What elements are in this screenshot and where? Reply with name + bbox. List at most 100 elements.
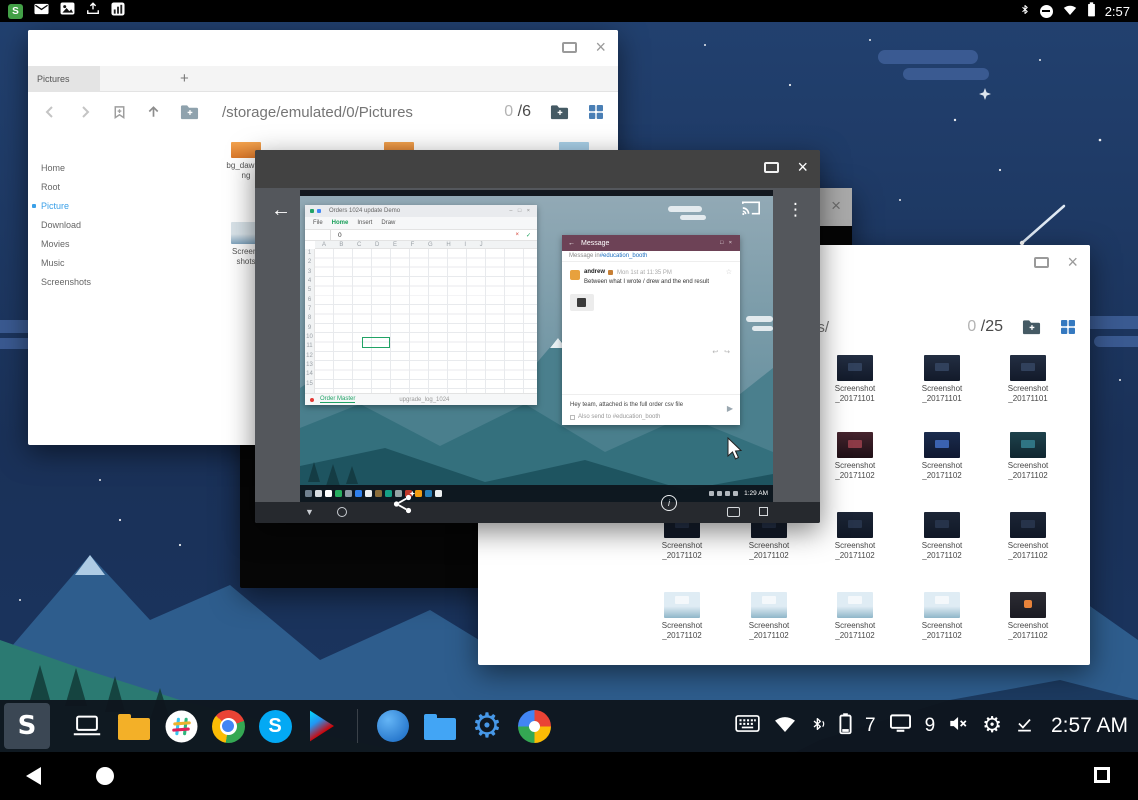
mini-window-controls: □ × <box>720 240 734 246</box>
launcher-button[interactable]: S <box>4 703 50 749</box>
viewed-screenshot[interactable]: Orders 1024 update Demo – □ × FileHomeIn… <box>300 190 773 502</box>
cast-icon[interactable] <box>741 199 761 222</box>
file-item[interactable]: Screenshot_20171102 <box>985 592 1071 640</box>
window-titlebar[interactable]: × <box>255 150 820 188</box>
file-thumbnail <box>1010 512 1046 538</box>
taskbar-clock[interactable]: 2:57 AM <box>1051 714 1128 738</box>
share-icon[interactable] <box>391 490 415 521</box>
bluetooth-icon[interactable] <box>810 713 826 740</box>
grid-view-icon[interactable] <box>1060 319 1076 335</box>
back-icon[interactable] <box>42 104 58 120</box>
minimize-icon[interactable] <box>562 42 577 53</box>
nav-home-button[interactable] <box>96 767 114 785</box>
settings-app-icon[interactable]: ⚙ <box>469 706 505 746</box>
volume-muted-icon[interactable] <box>948 714 969 738</box>
play-store-app-icon[interactable] <box>304 706 340 746</box>
battery-level: 7 <box>865 715 876 737</box>
gallery-notification-icon[interactable] <box>60 2 75 20</box>
file-item[interactable]: Screenshot_20171102 <box>812 512 898 560</box>
chrome-app-icon[interactable] <box>210 706 246 746</box>
mini-tray-icon <box>733 491 738 496</box>
file-item[interactable]: Screenshot_20171102 <box>812 432 898 480</box>
file-item[interactable]: Screenshot_20171102 <box>985 432 1071 480</box>
keyboard-icon[interactable] <box>735 715 760 737</box>
file-explorer-app-icon[interactable] <box>116 706 152 746</box>
file-item[interactable]: Screenshot_20171101 <box>985 355 1071 403</box>
skype-app-icon[interactable]: S <box>257 706 293 746</box>
upload-notification-icon[interactable] <box>86 2 100 20</box>
mouse-cursor <box>727 437 744 461</box>
close-icon[interactable]: × <box>831 196 841 216</box>
window-titlebar[interactable]: × <box>28 30 618 66</box>
sidebar-item-home[interactable]: Home <box>28 158 215 177</box>
create-folder-icon[interactable] <box>1022 319 1041 335</box>
sidebar-item-picture[interactable]: Picture <box>28 196 215 215</box>
status-bar: S 2:57 <box>0 0 1138 22</box>
battery-icon[interactable] <box>839 712 852 740</box>
file-label: Screenshot <box>812 461 898 471</box>
sidebar-item-download[interactable]: Download <box>28 215 215 234</box>
file-item[interactable]: Screenshot_20171102 <box>899 592 985 640</box>
file-item[interactable]: Screenshot_20171102 <box>812 592 898 640</box>
file-label: Screenshot <box>639 541 725 551</box>
mini-spreadsheet-window: Orders 1024 update Demo – □ × FileHomeIn… <box>305 205 537 405</box>
media-app-icon[interactable] <box>516 706 552 746</box>
back-icon[interactable]: ← <box>271 199 291 222</box>
file-item[interactable]: Screenshot_20171102 <box>985 512 1071 560</box>
nav-back-triangle-icon[interactable]: ▼ <box>305 507 314 517</box>
breadcrumb-path[interactable]: /storage/emulated/0/Pictures <box>222 104 413 121</box>
usage-chart-notification-icon[interactable] <box>111 2 125 21</box>
mini-app-icon <box>435 490 442 497</box>
sidebar-item-root[interactable]: Root <box>28 177 215 196</box>
close-icon[interactable]: × <box>595 40 606 54</box>
minimize-icon[interactable] <box>1034 257 1049 268</box>
folder-icon <box>118 718 150 740</box>
sidebar-item-movies[interactable]: Movies <box>28 234 215 253</box>
tab-pictures[interactable]: Pictures <box>28 66 100 92</box>
minimize-icon[interactable] <box>764 162 779 173</box>
terminal-app-icon[interactable] <box>69 706 105 746</box>
nav-recents-button[interactable] <box>1094 767 1110 783</box>
create-folder-icon[interactable] <box>550 104 569 120</box>
new-folder-icon[interactable] <box>180 104 199 120</box>
close-icon[interactable]: × <box>797 160 808 174</box>
bookmark-add-icon[interactable] <box>112 104 127 120</box>
nav-home-circle-icon[interactable] <box>337 507 347 517</box>
file-item[interactable]: Screenshot_20171102 <box>899 432 985 480</box>
channel-link: #education_booth <box>600 253 648 259</box>
display-small-icon[interactable] <box>727 507 740 517</box>
files-app-icon[interactable] <box>422 706 458 746</box>
wifi-icon[interactable] <box>773 714 797 738</box>
mini-app-icon <box>345 490 352 497</box>
remix-notification-icon[interactable]: S <box>8 4 23 19</box>
up-directory-icon[interactable] <box>146 104 161 120</box>
grid-view-icon[interactable] <box>588 104 604 120</box>
file-label: _20171101 <box>985 394 1071 404</box>
info-icon[interactable]: i <box>661 495 677 511</box>
new-tab-button[interactable]: + <box>180 70 189 87</box>
sidebar-item-music[interactable]: Music <box>28 253 215 272</box>
file-label: Screenshot <box>726 541 812 551</box>
overflow-menu-icon[interactable]: ⋮ <box>787 200 804 220</box>
nav-back-button[interactable] <box>26 767 41 785</box>
mini-app-icon <box>315 490 322 497</box>
file-item[interactable]: Screenshot_20171102 <box>899 512 985 560</box>
mail-notification-icon[interactable] <box>34 2 49 20</box>
file-item[interactable]: Screenshot_20171101 <box>812 355 898 403</box>
sidebar-item-screenshots[interactable]: Screenshots <box>28 272 215 291</box>
file-item[interactable]: Screenshot_20171102 <box>639 592 725 640</box>
navigation-bar <box>0 752 1138 800</box>
settings-icon[interactable]: ⚙ <box>982 715 1002 737</box>
file-item[interactable]: Screenshot_20171102 <box>726 592 812 640</box>
slack-app-icon[interactable] <box>163 706 199 746</box>
display-icon[interactable] <box>889 713 912 739</box>
update-check-icon[interactable] <box>1015 714 1034 738</box>
emoji-icon <box>608 270 613 275</box>
avatar <box>570 270 580 280</box>
file-item[interactable]: Screenshot_20171101 <box>899 355 985 403</box>
blue-sphere-app-icon[interactable] <box>375 706 411 746</box>
forward-icon[interactable] <box>77 104 93 120</box>
file-label: _20171102 <box>985 551 1071 561</box>
nav-recents-square-icon[interactable] <box>759 507 768 516</box>
close-icon[interactable]: × <box>1067 255 1078 269</box>
